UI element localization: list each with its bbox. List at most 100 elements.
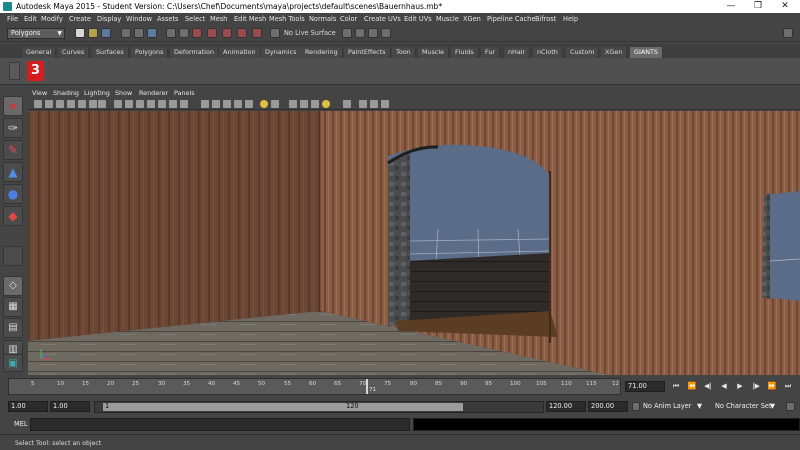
play-backwards-button[interactable]: ◀: [718, 381, 730, 392]
animation-preferences-icon[interactable]: [786, 402, 795, 411]
shelf-tab-custom[interactable]: Custom: [566, 47, 600, 58]
ipr-render-icon[interactable]: [368, 28, 378, 38]
shelf-tab-deformation[interactable]: Deformation: [170, 47, 219, 58]
menu-mesh-tools[interactable]: Mesh Tools: [269, 13, 305, 25]
shelf-tab-fur[interactable]: Fur: [481, 47, 501, 58]
render-frame-icon[interactable]: [355, 28, 365, 38]
select-hierarchy-icon[interactable]: [121, 28, 131, 38]
resolution-gate-icon[interactable]: [89, 100, 97, 108]
select-handle-icon[interactable]: [166, 28, 176, 38]
anim-layer-dropdown[interactable]: ▼: [697, 401, 702, 412]
outliner-layout-button[interactable]: ▣: [3, 354, 23, 372]
shelf-tab-xgen[interactable]: XGen: [601, 47, 628, 58]
range-slider[interactable]: [94, 401, 544, 413]
four-view-layout-button[interactable]: ▦: [3, 297, 23, 317]
select-tool-button[interactable]: ➤: [3, 96, 23, 116]
ssao-icon[interactable]: [311, 100, 319, 108]
snap-surface-icon[interactable]: [252, 28, 262, 38]
menu-display[interactable]: Display: [97, 13, 121, 25]
menu-select[interactable]: Select: [185, 13, 205, 25]
shelf-tab-curves[interactable]: Curves: [58, 47, 90, 58]
depth-of-field-icon[interactable]: [271, 100, 279, 108]
xray-icon[interactable]: [180, 100, 188, 108]
exposure-icon[interactable]: [370, 100, 378, 108]
shelf-tab-muscle[interactable]: Muscle: [418, 47, 450, 58]
construction-history-icon[interactable]: [342, 28, 352, 38]
menu-normals[interactable]: Normals: [309, 13, 336, 25]
save-scene-icon[interactable]: [101, 28, 111, 38]
hud-icon[interactable]: [289, 100, 297, 108]
select-component-icon[interactable]: [147, 28, 157, 38]
snap-curve-icon[interactable]: [207, 28, 217, 38]
isolate-select-icon[interactable]: [201, 100, 209, 108]
view-transform-icon[interactable]: [359, 100, 367, 108]
share-icon[interactable]: [381, 100, 389, 108]
xray-active-icon[interactable]: [223, 100, 231, 108]
menu-help[interactable]: Help: [563, 13, 578, 25]
shelf-tab-surfaces[interactable]: Surfaces: [92, 47, 129, 58]
command-language-label[interactable]: MEL: [14, 420, 28, 428]
current-frame-field[interactable]: 71.00: [625, 381, 665, 392]
shelf-tab-ncloth[interactable]: nCloth: [533, 47, 563, 58]
ambient-occlusion-icon[interactable]: [234, 100, 242, 108]
panel-menu-shading[interactable]: Shading: [53, 89, 79, 98]
shelf-tab-dynamics[interactable]: Dynamics: [261, 47, 302, 58]
giants-exporter-button[interactable]: 3: [27, 61, 44, 81]
menu-mesh[interactable]: Mesh: [210, 13, 227, 25]
shelf-tab-painteffects[interactable]: PaintEffects: [344, 47, 391, 58]
current-frame-marker[interactable]: [366, 379, 368, 394]
menu-edit-uvs[interactable]: Edit UVs: [404, 13, 432, 25]
menu-edit[interactable]: Edit: [24, 13, 37, 25]
smooth-shade-icon[interactable]: [125, 100, 133, 108]
shelf-tab-animation[interactable]: Animation: [219, 47, 261, 58]
close-button[interactable]: ✕: [772, 0, 798, 13]
snap-grid-icon[interactable]: [192, 28, 202, 38]
shelf-tab-rendering[interactable]: Rendering: [301, 47, 343, 58]
last-tool-button[interactable]: [3, 246, 23, 266]
anim-layer-select[interactable]: No Anim Layer: [643, 401, 692, 412]
shelf-tab-nhair[interactable]: nHair: [504, 47, 531, 58]
menu-bifrost[interactable]: Bifrost: [535, 13, 556, 25]
viewport-renderer-icon[interactable]: [300, 100, 308, 108]
menu-pipeline-cache[interactable]: Pipeline Cache: [487, 13, 535, 25]
perspective-viewport[interactable]: [28, 111, 800, 375]
lasso-tool-button[interactable]: ✑: [3, 118, 23, 138]
play-forwards-button[interactable]: ▶: [734, 381, 746, 392]
single-perspective-layout-button[interactable]: ◇: [3, 276, 23, 296]
character-set-dropdown[interactable]: ▼: [770, 401, 775, 412]
command-input[interactable]: [30, 418, 410, 431]
use-all-lights-icon[interactable]: [158, 100, 166, 108]
shadows-icon[interactable]: [169, 100, 177, 108]
menu-set-select[interactable]: Polygons ▼: [7, 28, 65, 39]
panel-menu-show[interactable]: Show: [115, 89, 132, 98]
menu-modify[interactable]: Modify: [41, 13, 63, 25]
camera-attributes-icon[interactable]: [34, 100, 42, 108]
select-joint-icon[interactable]: [179, 28, 189, 38]
textured-icon[interactable]: [147, 100, 155, 108]
restore-button[interactable]: ❐: [745, 0, 771, 13]
animation-end-field[interactable]: 200.00: [588, 401, 628, 412]
new-scene-icon[interactable]: [75, 28, 85, 38]
render-settings-icon[interactable]: [381, 28, 391, 38]
character-set-select[interactable]: No Character Set: [715, 401, 772, 412]
persp-outliner-layout-button[interactable]: ▤: [3, 318, 23, 338]
camera-bookmark-icon[interactable]: [45, 100, 53, 108]
step-forward-key-button[interactable]: ⏩: [766, 381, 778, 392]
live-surface-icon[interactable]: [270, 28, 280, 38]
toggle-panel-icon[interactable]: [783, 28, 793, 38]
panel-menu-view[interactable]: View: [32, 89, 47, 98]
step-back-key-button[interactable]: ⏪: [686, 381, 698, 392]
wireframe-on-shaded-icon[interactable]: [136, 100, 144, 108]
step-forward-frame-button[interactable]: |▶: [750, 381, 762, 392]
step-back-frame-button[interactable]: ◀|: [702, 381, 714, 392]
shelf-tab-giants[interactable]: GIANTS: [630, 47, 663, 58]
menu-assets[interactable]: Assets: [157, 13, 178, 25]
select-object-icon[interactable]: [134, 28, 144, 38]
minimize-button[interactable]: —: [718, 0, 744, 13]
menu-edit-mesh[interactable]: Edit Mesh: [234, 13, 266, 25]
menu-create[interactable]: Create: [69, 13, 91, 25]
panel-menu-panels[interactable]: Panels: [174, 89, 195, 98]
shelf-tab-general[interactable]: General: [22, 47, 57, 58]
range-slider-handle[interactable]: [103, 403, 463, 411]
animation-start-field[interactable]: 1.00: [8, 401, 48, 412]
